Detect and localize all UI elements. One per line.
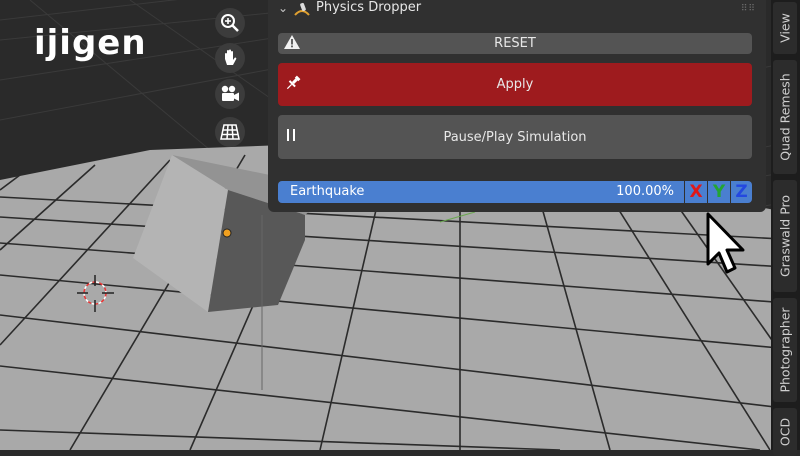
tab-graswald-pro[interactable]: Graswald Pro [773,180,797,292]
ijigen-logo: ijigen [34,23,147,63]
axis-z-toggle[interactable]: Z [731,181,752,203]
earthquake-slider[interactable]: Earthquake 100.00% [278,181,684,203]
tab-ocd[interactable]: OCD [773,408,797,456]
hand-pan-icon[interactable] [215,43,245,73]
camera-icon[interactable] [215,79,245,109]
warning-icon [284,34,300,53]
chevron-down-icon[interactable]: ⌄ [278,1,288,15]
apply-button[interactable]: Apply [278,63,752,106]
drag-grip-icon[interactable]: ⠿⠿ [741,4,756,14]
dropper-icon [293,1,311,21]
axis-y-toggle[interactable]: Y [708,181,730,203]
axis-x-toggle[interactable]: X [685,181,707,203]
pin-icon [284,74,302,96]
earthquake-value: 100.00% [616,184,674,199]
ortho-grid-icon[interactable] [215,117,245,147]
pause-icon [284,128,298,146]
tab-quad-remesh[interactable]: Quad Remesh [773,60,797,174]
zoom-icon[interactable] [215,8,245,38]
tab-photographer[interactable]: Photographer [773,298,797,402]
physics-dropper-panel: ⌄ Physics Dropper ⠿⠿ RESET Apply Pause/P… [268,0,766,212]
panel-header[interactable]: ⌄ Physics Dropper ⠿⠿ [268,0,766,18]
earthquake-label: Earthquake [290,184,365,199]
panel-title: Physics Dropper [316,0,422,15]
tab-view[interactable]: View [773,2,797,54]
pause-play-simulation-button[interactable]: Pause/Play Simulation [278,115,752,159]
pause-play-label: Pause/Play Simulation [443,129,587,145]
reset-button[interactable]: RESET [278,33,752,54]
apply-label: Apply [496,77,534,92]
reset-label: RESET [494,36,536,51]
mouse-pointer-icon [706,212,748,280]
sidebar-tabs: View Quad Remesh Graswald Pro Photograph… [771,0,800,456]
